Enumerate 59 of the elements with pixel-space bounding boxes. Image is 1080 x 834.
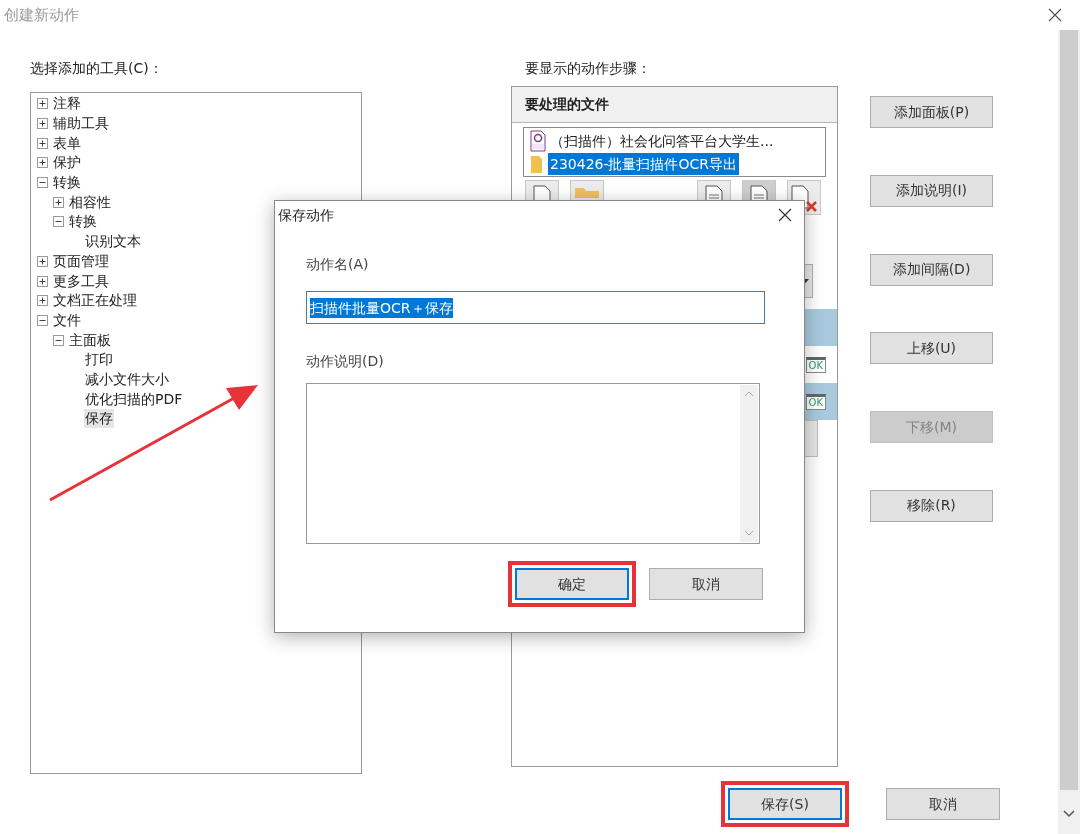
expand-icon[interactable]: [37, 98, 48, 110]
name-value: 扫描件批量OCR＋保存: [310, 297, 453, 318]
collapse-icon[interactable]: [53, 216, 64, 228]
steps-label: 要显示的动作步骤：: [524, 59, 652, 78]
file-item[interactable]: 230426-批量扫描件OCR导出: [548, 152, 740, 175]
close-icon[interactable]: [778, 208, 792, 222]
tree-item[interactable]: 辅助工具: [52, 114, 110, 134]
tree-item[interactable]: 打印: [84, 350, 114, 370]
tree-item[interactable]: 文件: [52, 310, 82, 330]
push-button[interactable]: 取消: [886, 788, 1000, 820]
push-button[interactable]: 移除(R): [870, 490, 993, 522]
tree-item[interactable]: 优化扫描的PDF: [84, 389, 184, 409]
tree-item[interactable]: 减小文件大小: [84, 369, 170, 389]
file-item[interactable]: （扫描件）社会化问答平台大学生...: [548, 129, 776, 152]
expand-icon[interactable]: [37, 275, 48, 287]
tree-item[interactable]: 文档正在处理: [52, 291, 138, 311]
name-field[interactable]: 扫描件批量OCR＋保存: [306, 291, 765, 324]
tree-item[interactable]: 更多工具: [52, 271, 110, 291]
tree-item[interactable]: 主面板: [68, 330, 112, 350]
push-button[interactable]: 添加间隔(D): [870, 253, 993, 286]
push-button[interactable]: 添加说明(I): [870, 174, 993, 207]
description-field[interactable]: [306, 383, 760, 544]
expand-icon[interactable]: [37, 255, 48, 267]
scrollbar-thumb[interactable]: [1060, 30, 1078, 790]
ok-badge: OK: [805, 356, 826, 373]
expand-icon[interactable]: [53, 196, 64, 208]
expand-icon[interactable]: [37, 118, 48, 130]
name-label: 动作名(A): [306, 255, 370, 274]
collapse-icon[interactable]: [37, 314, 48, 326]
push-button[interactable]: 确定: [515, 568, 629, 600]
tree-item[interactable]: 保护: [52, 153, 82, 173]
tree-item[interactable]: 转换: [52, 173, 82, 193]
expand-icon[interactable]: [37, 295, 48, 307]
description-label: 动作说明(D): [306, 352, 385, 371]
ok-badge: OK: [805, 393, 826, 410]
push-button[interactable]: 上移(U): [870, 332, 993, 365]
tree-item[interactable]: 表单: [52, 133, 82, 153]
push-button[interactable]: 保存(S): [728, 788, 842, 820]
tree-item[interactable]: 相容性: [68, 192, 112, 212]
window-title: 创建新动作: [4, 4, 79, 26]
tree-item[interactable]: 保存: [84, 409, 114, 429]
push-button[interactable]: 取消: [649, 568, 763, 600]
scroll-down-icon[interactable]: [1063, 810, 1075, 818]
folder-icon: [574, 185, 600, 198]
tree-item[interactable]: 识别文本: [84, 232, 142, 252]
collapse-icon[interactable]: [37, 177, 48, 189]
panel-header: 要处理的文件: [512, 87, 837, 123]
close-icon[interactable]: [1048, 8, 1062, 22]
tree-item[interactable]: 注释: [52, 94, 82, 114]
pdf-file-icon: [530, 129, 546, 152]
expand-icon[interactable]: [37, 137, 48, 149]
tree-item[interactable]: 转换: [68, 212, 98, 232]
dialog-title: 保存动作: [278, 205, 334, 225]
expand-icon[interactable]: [37, 157, 48, 169]
tools-label: 选择添加的工具(C)：: [30, 59, 164, 78]
scrollbar[interactable]: [1058, 30, 1080, 834]
push-button[interactable]: 添加面板(P): [870, 96, 993, 128]
collapse-icon[interactable]: [53, 334, 64, 346]
tree-item[interactable]: 页面管理: [52, 251, 110, 271]
